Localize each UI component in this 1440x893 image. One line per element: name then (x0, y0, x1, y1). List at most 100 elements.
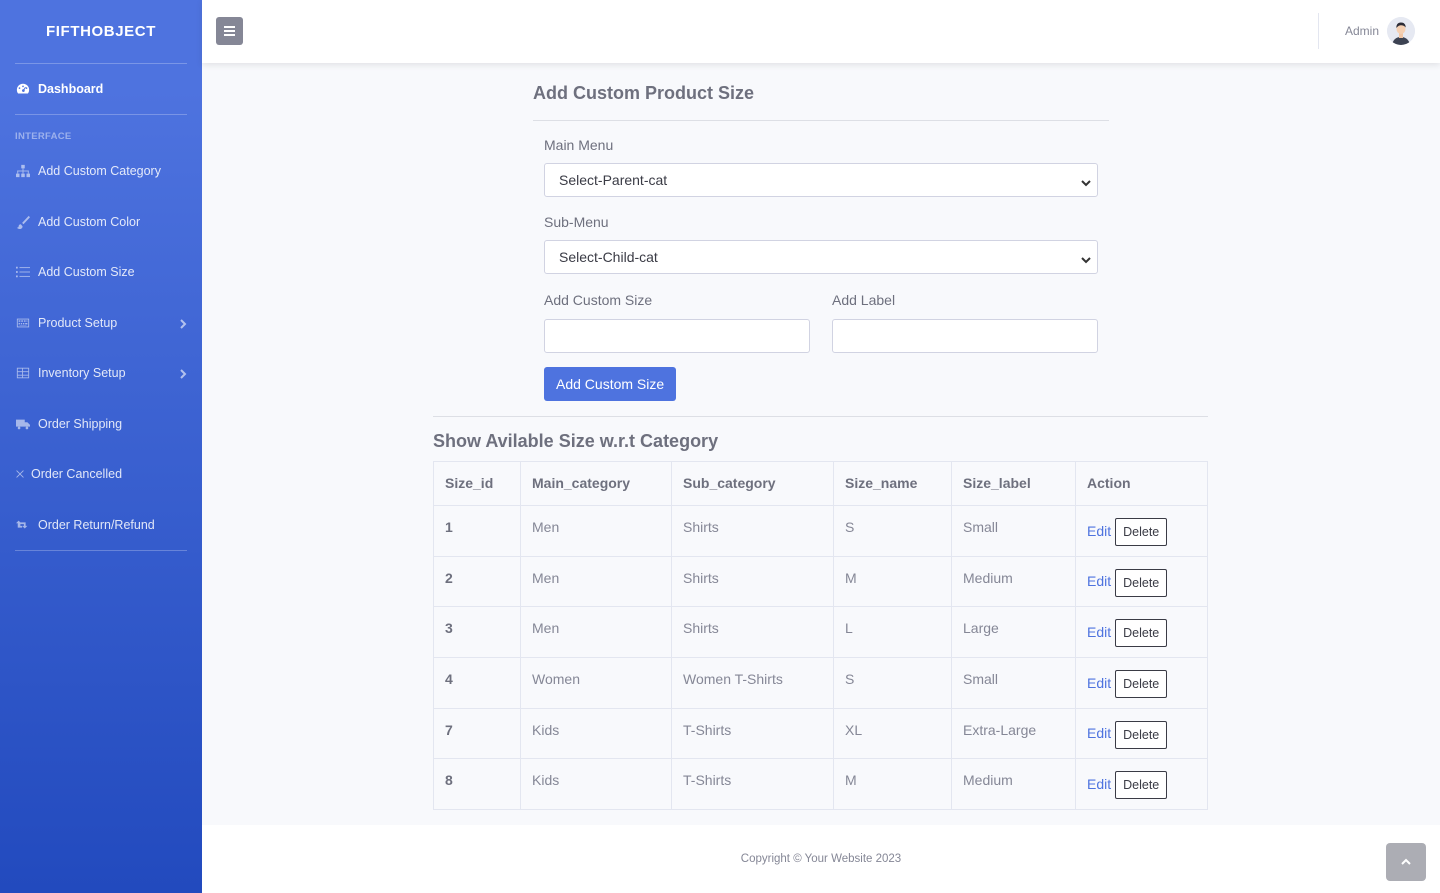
hamburger-icon (224, 26, 235, 36)
edit-link[interactable]: Edit (1087, 776, 1111, 792)
table-row: 2 Men Shirts M Medium Edit Delete (433, 555, 1208, 608)
sidebar-item-dashboard[interactable]: Dashboard (0, 64, 202, 114)
copyright-text: Copyright © Your Website 2023 (740, 853, 902, 865)
table-cell: Kids (520, 707, 672, 760)
table-cell: 8 (433, 758, 521, 811)
avatar (1387, 17, 1415, 45)
main-menu-label: Main Menu (544, 137, 614, 153)
delete-button[interactable]: Delete (1115, 771, 1168, 800)
sizes-table-section: Show Avilable Size w.r.t Category Size_i… (433, 416, 1208, 811)
table-cell: M (833, 555, 952, 608)
sidebar-item-add-custom-color[interactable]: Add Custom Color (0, 197, 202, 248)
table-row: 7 Kids T-Shirts XL Extra-Large Edit Delete (433, 707, 1208, 760)
sidebar-item-label: Order Return/Refund (38, 517, 155, 532)
form-title: Add Custom Product Size (533, 83, 1109, 121)
add-custom-size-button[interactable]: Add Custom Size (544, 367, 677, 401)
add-size-form: Add Custom Product Size Main Menu Select… (533, 83, 1109, 401)
sidebar-toggle-button[interactable] (216, 17, 243, 45)
sidebar-item-label: Add Custom Color (38, 214, 141, 229)
table-cell: M (833, 758, 952, 811)
sidebar-item-order-cancelled[interactable]: Order Cancelled (0, 449, 202, 500)
list-icon (15, 265, 31, 279)
column-header: Sub_category (671, 461, 834, 506)
table-cell: Shirts (671, 606, 834, 659)
user-name: Admin (1344, 24, 1379, 38)
table-body: 1 Men Shirts S Small Edit Delete 2 Men Shirts M Med… (433, 505, 1208, 811)
retweet-icon (15, 518, 31, 532)
sidebar-item-order-return-refund[interactable]: Order Return/Refund (0, 500, 202, 551)
delete-button[interactable]: Delete (1115, 568, 1168, 597)
add-label-group: Add Label (821, 292, 1098, 353)
table-cell: L (833, 606, 952, 659)
action-cell: Edit Delete (1075, 707, 1208, 760)
action-cell: Edit Delete (1075, 657, 1208, 709)
chevron-down-icon (1081, 252, 1091, 264)
sidebar-divider (15, 550, 187, 551)
table-cell: Men (520, 606, 672, 659)
table-cell: Men (520, 505, 672, 557)
table-cell: 4 (433, 657, 521, 709)
add-label-label: Add Label (832, 292, 896, 308)
table-cell: 3 (433, 606, 521, 659)
sidebar-item-inventory-setup[interactable]: Inventory Setup (0, 348, 202, 399)
table-cell: Men (520, 555, 672, 608)
edit-link[interactable]: Edit (1087, 725, 1111, 741)
edit-link[interactable]: Edit (1087, 675, 1111, 691)
sidebar-item-label: Dashboard (38, 82, 104, 96)
sidebar: FIFTHOBJECT Dashboard INTERFACE Add Cust… (0, 0, 202, 893)
times-icon (15, 467, 25, 481)
table-icon (15, 366, 31, 380)
table-cell: Medium (951, 758, 1076, 811)
keyboard-icon (15, 316, 31, 330)
chevron-down-icon (1081, 175, 1091, 187)
sidebar-item-add-custom-category[interactable]: Add Custom Category (0, 146, 202, 197)
delete-button[interactable]: Delete (1115, 518, 1168, 546)
brand-logo[interactable]: FIFTHOBJECT (0, 0, 202, 63)
edit-link[interactable]: Edit (1087, 523, 1111, 539)
main-menu-select[interactable]: Select-Parent-cat (544, 163, 1098, 197)
edit-link[interactable]: Edit (1087, 624, 1111, 640)
edit-link[interactable]: Edit (1087, 573, 1111, 589)
sidebar-item-label: Inventory Setup (38, 366, 126, 381)
brush-icon (15, 215, 31, 229)
table-row: 3 Men Shirts L Large Edit Delete (433, 606, 1208, 659)
sidebar-item-product-setup[interactable]: Product Setup (0, 298, 202, 349)
sidebar-item-add-custom-size[interactable]: Add Custom Size (0, 247, 202, 298)
delete-button[interactable]: Delete (1115, 670, 1168, 699)
table-title: Show Avilable Size w.r.t Category (433, 431, 719, 451)
chevron-up-icon (1401, 858, 1411, 865)
column-header: Action (1075, 461, 1208, 506)
action-cell: Edit Delete (1075, 758, 1208, 811)
table-cell: S (833, 505, 952, 557)
add-label-input[interactable] (832, 319, 1098, 353)
delete-button[interactable]: Delete (1115, 619, 1168, 648)
sub-menu-selected: Select-Child-cat (559, 249, 658, 265)
table-cell: Women (520, 657, 672, 709)
user-menu[interactable]: Admin (1345, 17, 1415, 45)
truck-icon (15, 417, 31, 431)
table-cell: Small (951, 657, 1076, 709)
footer: Copyright © Your Website 2023 (202, 825, 1440, 893)
delete-button[interactable]: Delete (1115, 720, 1168, 749)
table-cell: Extra-Large (951, 707, 1076, 760)
column-header: Size_id (433, 461, 521, 506)
table-header-row: Size_id Main_category Sub_category Size_… (433, 461, 1208, 506)
table-cell: 2 (433, 555, 521, 608)
sub-menu-select[interactable]: Select-Child-cat (544, 240, 1098, 274)
sidebar-item-label: Product Setup (38, 315, 118, 330)
sidebar-heading: INTERFACE (15, 131, 72, 142)
sidebar-item-order-shipping[interactable]: Order Shipping (0, 399, 202, 450)
table-cell: XL (833, 707, 952, 760)
sidebar-item-label: Add Custom Size (38, 265, 135, 280)
action-cell: Edit Delete (1075, 606, 1208, 659)
column-header: Main_category (520, 461, 672, 506)
column-header: Size_name (833, 461, 952, 506)
custom-size-group: Add Custom Size (533, 292, 821, 353)
table-cell: Women T-Shirts (671, 657, 834, 709)
custom-size-input[interactable] (544, 319, 810, 353)
scroll-to-top-button[interactable] (1386, 843, 1426, 881)
table-cell: S (833, 657, 952, 709)
table-row: 8 Kids T-Shirts M Medium Edit Delete (433, 758, 1208, 811)
table-cell: 7 (433, 707, 521, 760)
sizes-table: Size_id Main_category Sub_category Size_… (433, 461, 1208, 811)
